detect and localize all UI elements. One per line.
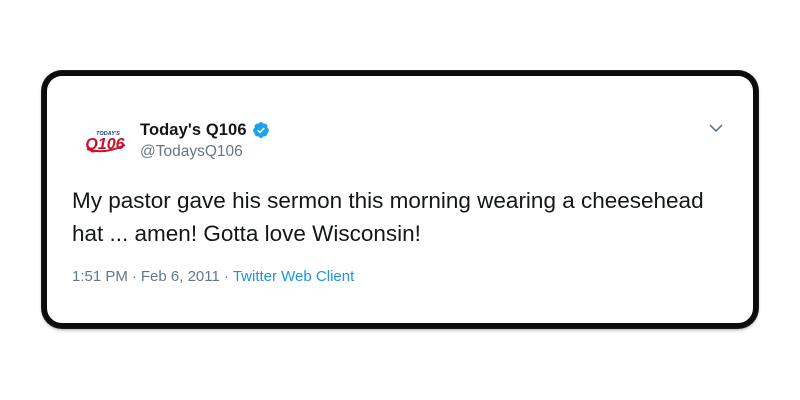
logo-main-text: Q106 — [85, 136, 124, 153]
separator: · — [131, 268, 137, 285]
tweet-time[interactable]: 1:51 PM — [72, 268, 128, 285]
avatar[interactable]: TODAY'S Q106 — [78, 122, 130, 162]
user-handle[interactable]: @TodaysQ106 — [140, 143, 270, 161]
name-row: Today's Q106 — [140, 119, 270, 141]
verified-badge-icon — [252, 121, 270, 139]
tweet-header: Today's Q106 @TodaysQ106 — [140, 119, 270, 161]
tweet-text: My pastor gave his sermon this morning w… — [72, 188, 704, 246]
q106-logo-icon: TODAY'S Q106 — [79, 123, 129, 161]
separator: · — [223, 268, 229, 285]
tweet-date[interactable]: Feb 6, 2011 — [141, 268, 220, 285]
client-link[interactable]: Twitter Web Client — [233, 268, 354, 285]
tweet-meta: 1:51 PM · Feb 6, 2011 · Twitter Web Client — [72, 268, 354, 285]
chevron-down-icon[interactable] — [707, 119, 725, 137]
tweet-card: TODAY'S Q106 Today's Q106 @TodaysQ106 My… — [42, 71, 758, 328]
display-name[interactable]: Today's Q106 — [140, 121, 247, 140]
